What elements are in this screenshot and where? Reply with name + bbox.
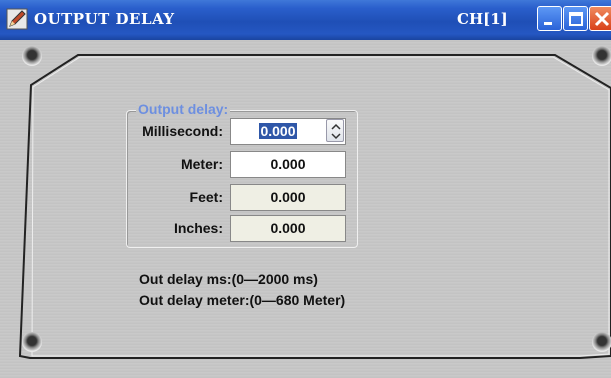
feet-label: Feet: [189,189,223,205]
meter-range-note: Out delay meter:(0—680 Meter) [139,292,346,308]
close-button[interactable] [589,6,611,31]
screw-icon [22,46,42,66]
title-bar[interactable]: OUTPUT DELAY CH[1] [0,0,611,40]
screw-icon [592,46,611,66]
screw-icon [592,332,611,352]
output-delay-window: OUTPUT DELAY CH[1] Output delay: Millise… [0,0,611,378]
ms-range-note: Out delay ms:(0—2000 ms) [139,271,318,287]
maximize-button[interactable] [563,6,588,31]
group-legend: Output delay: [136,101,231,117]
minimize-button[interactable] [537,6,562,31]
millisecond-spinner[interactable] [326,119,344,142]
millisecond-value: 0.000 [259,123,297,139]
pencil-icon [6,8,28,30]
inches-field: 0.000 [230,215,346,242]
channel-label: CH[1] [457,10,508,28]
millisecond-label: Millisecond: [142,123,223,139]
meter-input[interactable]: 0.000 [230,151,346,178]
screw-icon [22,332,42,352]
inches-label: Inches: [173,220,223,236]
spin-arrows-icon [331,123,341,140]
window-title: OUTPUT DELAY [34,10,175,28]
feet-field: 0.000 [230,184,346,211]
meter-label: Meter: [180,156,223,172]
